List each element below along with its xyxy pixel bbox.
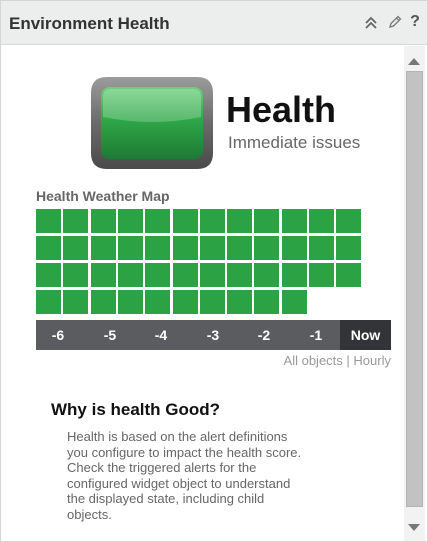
description-line: Check the triggered alerts for the — [67, 460, 257, 475]
weather-map-cell[interactable] — [90, 263, 116, 287]
weather-map-cell[interactable] — [336, 263, 362, 287]
health-badge-icon — [87, 73, 217, 173]
health-weather-map-grid — [36, 209, 391, 319]
weather-map-cell[interactable] — [145, 209, 171, 233]
timeline-now-label: Now — [340, 320, 391, 350]
description-line: you configure to impact the health score… — [67, 444, 302, 460]
weather-map-cell[interactable] — [63, 236, 89, 260]
weather-map-cell[interactable] — [117, 263, 143, 287]
weather-map-cell[interactable] — [63, 290, 89, 314]
weather-map-label: Health Weather Map — [36, 188, 170, 204]
widget-header: Environment Health ? — [1, 1, 427, 45]
scope-separator: | — [346, 353, 350, 368]
weather-map-cell[interactable] — [281, 290, 307, 314]
scope-hourly-link[interactable]: Hourly — [353, 353, 391, 368]
weather-map-cell[interactable] — [199, 236, 225, 260]
widget-title: Environment Health — [9, 14, 170, 33]
weather-map-cell[interactable] — [254, 209, 280, 233]
description-line: configured widget object to understand — [67, 475, 291, 491]
weather-map-cell[interactable] — [172, 209, 198, 233]
weather-map-cell[interactable] — [117, 290, 143, 314]
timeline-tick-label: -6 — [51, 327, 65, 343]
weather-map-cell[interactable] — [199, 290, 225, 314]
timeline-tick-label: -2 — [257, 327, 271, 343]
weather-map-cell[interactable] — [227, 236, 253, 260]
weather-map-cell[interactable] — [36, 263, 61, 287]
description-line: Health is based on the alert definitions — [67, 429, 288, 444]
weather-map-cell[interactable] — [281, 209, 307, 233]
weather-map-cell[interactable] — [90, 209, 116, 233]
weather-map-cell[interactable] — [199, 209, 225, 233]
weather-map-cell[interactable] — [309, 236, 334, 260]
why-health-description: Health is based on the alert definitions… — [67, 429, 357, 522]
scrollbar-thumb[interactable] — [406, 71, 423, 507]
weather-map-cell[interactable] — [63, 263, 89, 287]
weather-map-cell[interactable] — [172, 290, 198, 314]
weather-map-cell[interactable] — [254, 290, 280, 314]
vertical-scrollbar[interactable] — [404, 46, 425, 541]
weather-map-cell[interactable] — [172, 263, 198, 287]
weather-map-scope: All objects | Hourly — [201, 353, 391, 368]
weather-map-cell[interactable] — [117, 236, 143, 260]
weather-map-cell[interactable] — [145, 236, 171, 260]
scope-all-objects-link[interactable]: All objects — [284, 353, 343, 368]
weather-map-cell[interactable] — [117, 209, 143, 233]
weather-map-cell[interactable] — [336, 236, 362, 260]
weather-map-cell[interactable] — [90, 290, 116, 314]
weather-map-cell[interactable] — [36, 209, 61, 233]
weather-map-cell[interactable] — [227, 263, 253, 287]
weather-map-cell[interactable] — [254, 263, 280, 287]
description-line: objects. — [67, 506, 112, 522]
edit-pencil-icon[interactable] — [387, 14, 405, 32]
weather-map-cell[interactable] — [227, 290, 253, 314]
weather-map-cell[interactable] — [172, 236, 198, 260]
weather-map-cell[interactable] — [145, 290, 171, 314]
collapse-icon[interactable] — [363, 14, 381, 32]
weather-map-cell[interactable] — [36, 290, 61, 314]
weather-map-cell[interactable] — [336, 209, 362, 233]
scroll-down-arrow-icon[interactable] — [408, 524, 420, 531]
weather-map-cell[interactable] — [63, 209, 89, 233]
weather-map-cell[interactable] — [309, 209, 334, 233]
scroll-up-arrow-icon[interactable] — [408, 58, 420, 65]
environment-health-widget: Environment Health ? Health Immediate is… — [0, 0, 428, 542]
weather-map-cell[interactable] — [254, 236, 280, 260]
weather-map-cell[interactable] — [281, 236, 307, 260]
timeline-tick-label: -3 — [206, 327, 220, 343]
weather-map-cell[interactable] — [199, 263, 225, 287]
timeline-tick-label: -1 — [309, 327, 323, 343]
weather-map-cell[interactable] — [90, 236, 116, 260]
health-subtitle: Immediate issues — [228, 133, 361, 152]
help-icon[interactable]: ? — [407, 13, 423, 31]
weather-map-cell[interactable] — [227, 209, 253, 233]
weather-map-cell[interactable] — [145, 263, 171, 287]
description-line: the displayed state, including child — [67, 491, 265, 506]
weather-map-cell[interactable] — [281, 263, 307, 287]
weather-map-timeline: -6 -5 -4 -3 -2 -1 Now — [36, 320, 391, 350]
timeline-tick-label: -4 — [154, 327, 168, 343]
timeline-tick-label: -5 — [103, 327, 117, 343]
weather-map-cell[interactable] — [309, 263, 334, 287]
health-title: Health — [226, 89, 337, 130]
weather-map-cell[interactable] — [36, 236, 61, 260]
why-health-title: Why is health Good? — [51, 400, 221, 419]
